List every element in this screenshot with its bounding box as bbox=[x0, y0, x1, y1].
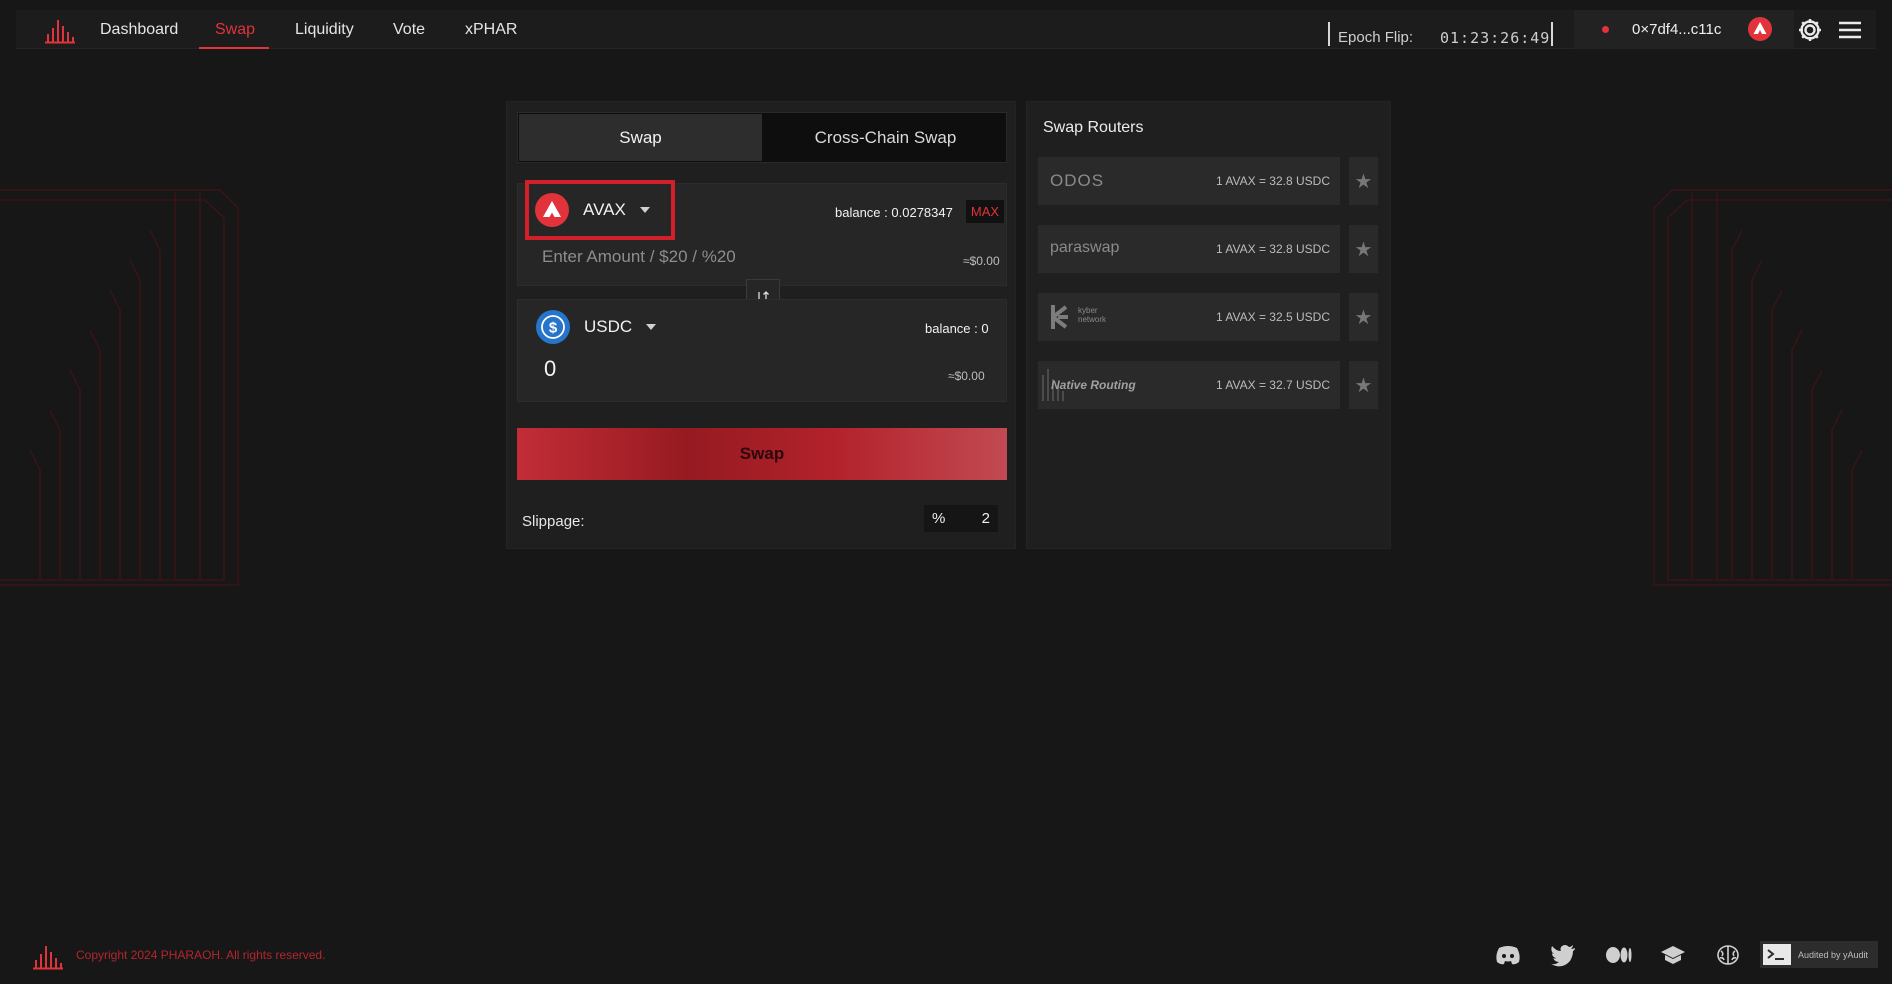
pharaoh-logo[interactable] bbox=[44, 16, 76, 44]
right-decoration bbox=[1653, 189, 1892, 586]
router-rate-native: 1 AVAX = 32.7 USDC bbox=[1216, 378, 1330, 392]
router-card-native[interactable]: Native Routing 1 AVAX = 32.7 USDC bbox=[1038, 361, 1340, 409]
router-rate-odos: 1 AVAX = 32.8 USDC bbox=[1216, 174, 1330, 188]
star-icon[interactable]: ★ bbox=[1349, 225, 1378, 273]
router-card-odos[interactable]: ODOS 1 AVAX = 32.8 USDC bbox=[1038, 157, 1340, 205]
avalanche-chain-icon bbox=[1748, 17, 1772, 41]
twitter-icon[interactable] bbox=[1550, 943, 1578, 967]
copyright-text: Copyright 2024 PHARAOH. All rights reser… bbox=[76, 948, 326, 962]
usdc-token-icon: $ bbox=[536, 310, 570, 344]
star-icon[interactable]: ★ bbox=[1349, 361, 1378, 409]
router-card-paraswap[interactable]: paraswap 1 AVAX = 32.8 USDC bbox=[1038, 225, 1340, 273]
tab-swap[interactable]: Swap bbox=[519, 114, 762, 161]
epoch-divider-left bbox=[1328, 22, 1330, 46]
docs-icon[interactable] bbox=[1659, 943, 1687, 967]
router-row-paraswap: paraswap 1 AVAX = 32.8 USDC ★ bbox=[1038, 225, 1380, 273]
router-name-paraswap: paraswap bbox=[1050, 239, 1120, 256]
slippage-input[interactable]: % 2 bbox=[924, 505, 998, 532]
epoch-label: Epoch Flip: bbox=[1338, 29, 1414, 46]
from-balance-label: balance bbox=[835, 205, 881, 220]
chevron-down-icon bbox=[646, 324, 657, 330]
wallet-status-dot bbox=[1602, 26, 1609, 33]
avax-token-icon bbox=[535, 193, 569, 227]
wallet-address: 0×7df4...c11c bbox=[1632, 21, 1722, 38]
footer-pharaoh-logo bbox=[33, 946, 63, 970]
slippage-unit: % bbox=[932, 510, 946, 527]
medium-icon[interactable] bbox=[1605, 943, 1633, 967]
from-token-box: AVAX balance : 0.0278347 MAX ≈$0.00 bbox=[517, 180, 1007, 286]
to-token-box: $ USDC balance : 0 0 ≈$0.00 bbox=[517, 299, 1007, 402]
epoch-countdown: 01:23:26:49 bbox=[1440, 29, 1551, 47]
swap-panel: Swap Cross-Chain Swap AVAX balance : 0.0… bbox=[506, 101, 1016, 549]
swap-button[interactable]: Swap bbox=[517, 428, 1007, 480]
nav-xphar[interactable]: xPHAR bbox=[465, 21, 517, 39]
router-row-native: Native Routing 1 AVAX = 32.7 USDC ★ bbox=[1038, 361, 1380, 409]
to-balance: balance : 0 bbox=[925, 321, 989, 336]
from-amount-input[interactable] bbox=[542, 242, 922, 272]
tab-cross-chain-swap[interactable]: Cross-Chain Swap bbox=[764, 113, 1007, 162]
router-name-odos: ODOS bbox=[1050, 171, 1105, 190]
to-token-name: USDC bbox=[584, 317, 633, 336]
discord-icon[interactable] bbox=[1494, 943, 1522, 967]
from-usd-value: ≈$0.00 bbox=[963, 254, 1000, 268]
max-button[interactable]: MAX bbox=[966, 200, 1004, 223]
to-token-selector[interactable]: $ USDC bbox=[536, 310, 657, 344]
routers-title: Swap Routers bbox=[1043, 119, 1144, 136]
from-token-name: AVAX bbox=[583, 200, 626, 219]
swap-routers-panel: Swap Routers ODOS 1 AVAX = 32.8 USDC ★ p… bbox=[1026, 101, 1391, 549]
nav-active-underline bbox=[199, 47, 269, 49]
router-rate-paraswap: 1 AVAX = 32.8 USDC bbox=[1216, 242, 1330, 256]
router-card-kyber[interactable]: kyber network 1 AVAX = 32.5 USDC bbox=[1038, 293, 1340, 341]
kyber-logo-icon bbox=[1051, 305, 1068, 329]
router-row-odos: ODOS 1 AVAX = 32.8 USDC ★ bbox=[1038, 157, 1380, 205]
nav-swap[interactable]: Swap bbox=[215, 21, 255, 39]
hamburger-menu-icon[interactable] bbox=[1836, 16, 1864, 44]
router-name-native: Native Routing bbox=[1051, 378, 1136, 392]
star-icon[interactable]: ★ bbox=[1349, 157, 1378, 205]
router-row-kyber: kyber network 1 AVAX = 32.5 USDC ★ bbox=[1038, 293, 1380, 341]
slippage-value: 2 bbox=[981, 510, 990, 527]
nav-liquidity[interactable]: Liquidity bbox=[295, 21, 354, 39]
swap-tabs: Swap Cross-Chain Swap bbox=[517, 112, 1007, 163]
slippage-label: Slippage: bbox=[522, 513, 585, 530]
nav-dashboard[interactable]: Dashboard bbox=[100, 21, 178, 39]
audit-badge[interactable]: Audited by yAudit bbox=[1760, 941, 1878, 968]
wallet-button[interactable]: 0×7df4...c11c bbox=[1574, 10, 1794, 49]
to-amount[interactable]: 0 bbox=[544, 356, 556, 382]
from-balance-value: : 0.0278347 bbox=[884, 205, 953, 220]
nav-vote[interactable]: Vote bbox=[393, 21, 425, 39]
audit-label: Audited by yAudit bbox=[1798, 949, 1869, 960]
app-root: Dashboard Swap Liquidity Vote xPHAR Epoc… bbox=[0, 0, 1892, 984]
brain-icon[interactable] bbox=[1714, 943, 1742, 967]
epoch-divider-right bbox=[1551, 22, 1553, 46]
from-balance: balance : 0.0278347 bbox=[835, 205, 953, 220]
settings-gear-icon[interactable] bbox=[1796, 16, 1824, 44]
to-balance-value: : 0 bbox=[974, 321, 989, 336]
top-nav: Dashboard Swap Liquidity Vote xPHAR Epoc… bbox=[16, 10, 1876, 49]
star-icon[interactable]: ★ bbox=[1349, 293, 1378, 341]
svg-text:$: $ bbox=[549, 320, 558, 337]
router-rate-kyber: 1 AVAX = 32.5 USDC bbox=[1216, 310, 1330, 324]
router-name-kyber: kyber network bbox=[1078, 306, 1107, 324]
from-token-selector[interactable]: AVAX bbox=[535, 193, 650, 227]
yaudit-logo-icon bbox=[1763, 944, 1791, 965]
to-balance-label: balance bbox=[925, 321, 971, 336]
to-usd-value: ≈$0.00 bbox=[948, 369, 985, 383]
left-decoration bbox=[0, 189, 239, 586]
chevron-down-icon bbox=[639, 207, 650, 213]
